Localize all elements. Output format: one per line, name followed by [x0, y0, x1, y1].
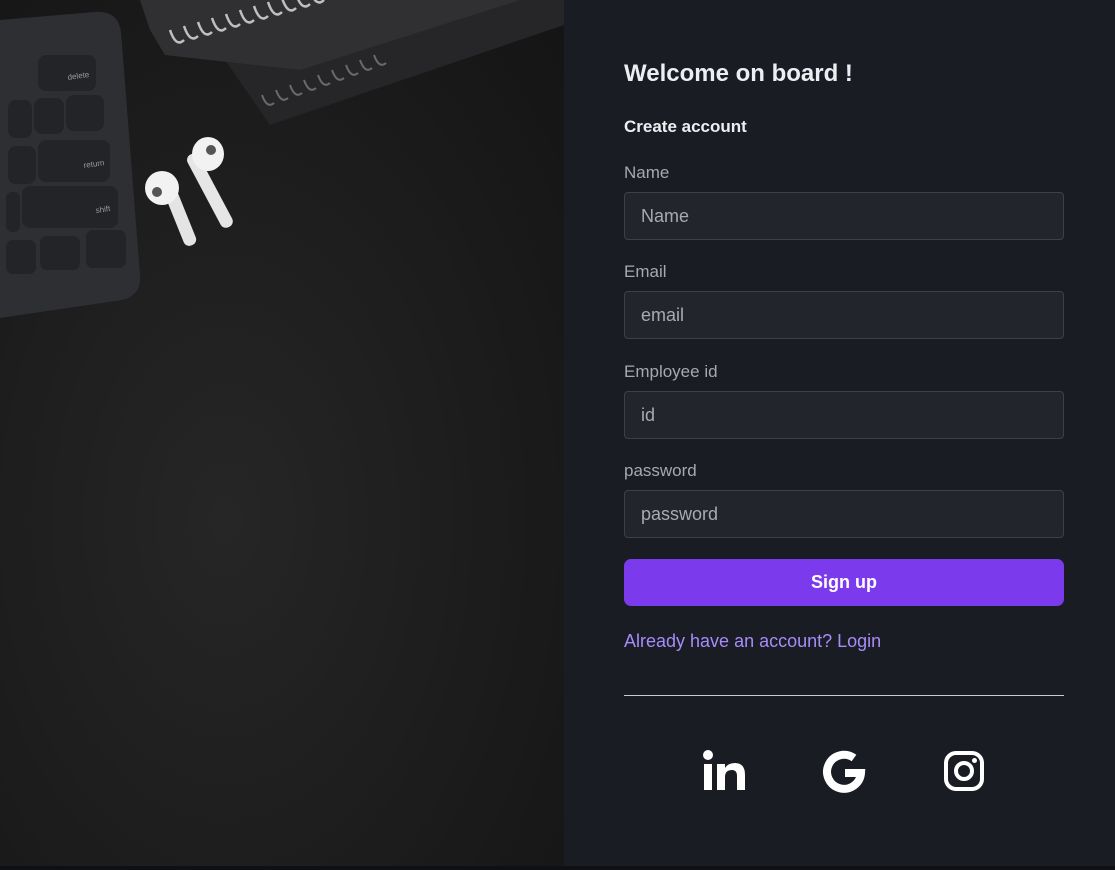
hero-photo: delete return shift [0, 0, 564, 866]
window-bottom-edge [0, 866, 1115, 870]
linkedin-icon [703, 750, 745, 790]
password-input[interactable] [624, 490, 1064, 538]
form-subtitle: Create account [624, 117, 747, 136]
email-input[interactable] [624, 291, 1064, 339]
employee-id-input[interactable] [624, 391, 1064, 439]
name-input[interactable] [624, 192, 1064, 240]
google-icon [823, 750, 866, 793]
divider [624, 695, 1064, 696]
linkedin-button[interactable] [701, 748, 747, 794]
employee-id-label: Employee id [624, 362, 718, 381]
instagram-icon [944, 751, 984, 791]
login-link[interactable]: Already have an account? Login [624, 631, 881, 652]
page-title: Welcome on board ! [624, 60, 853, 87]
signup-panel: Welcome on board ! Create account Name E… [564, 0, 1115, 866]
notebook-illustration [140, 0, 564, 125]
email-label: Email [624, 262, 667, 281]
password-label: password [624, 461, 697, 480]
keyboard-illustration: delete return shift [0, 11, 141, 318]
google-button[interactable] [821, 748, 867, 794]
desk-illustration: delete return shift [0, 0, 564, 318]
name-label: Name [624, 163, 670, 182]
sign-up-button[interactable]: Sign up [624, 559, 1064, 606]
earbuds-illustration [145, 137, 233, 246]
instagram-button[interactable] [941, 748, 987, 794]
